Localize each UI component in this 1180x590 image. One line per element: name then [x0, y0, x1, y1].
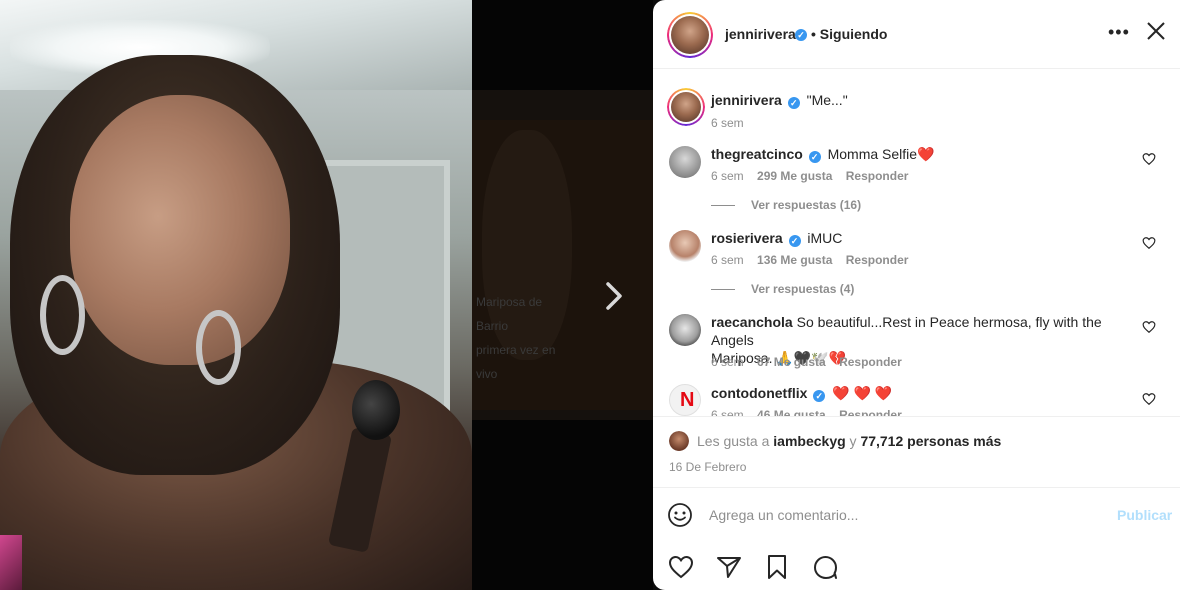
comment-username[interactable]: thegreatcinco — [711, 146, 803, 162]
likes-count[interactable]: 77,712 personas más — [860, 433, 1001, 449]
comment-0: thegreatcinco ✓ Momma Selfie❤️ — [711, 145, 935, 163]
comment-username[interactable]: rosierivera — [711, 230, 783, 246]
verified-badge-icon: ✓ — [788, 235, 801, 247]
replies-divider — [711, 289, 735, 291]
following-status[interactable]: • Siguiendo — [811, 26, 887, 42]
smiley-icon[interactable] — [667, 502, 693, 528]
more-options-icon[interactable]: ••• — [1108, 22, 1130, 43]
preview-text: Mariposa de Barrio primera vez en vivo — [476, 295, 556, 381]
comment-text: iMUC — [807, 230, 843, 246]
speech-bubble-icon[interactable] — [811, 553, 839, 581]
paper-plane-icon[interactable] — [715, 553, 743, 581]
comment-1: rosierivera ✓ iMUC — [711, 229, 842, 247]
caption-text: "Me..." — [806, 92, 848, 108]
comment-username[interactable]: contodonetflix — [711, 385, 807, 401]
comment-meta: 6 sem 67 Me gusta Responder — [711, 355, 902, 369]
comment-meta: 6 sem 299 Me gusta Responder — [711, 169, 908, 183]
comment-time: 6 sem — [711, 408, 744, 416]
comment-3: contodonetflix ✓ ❤️ ❤️ ❤️ — [711, 384, 892, 402]
likes-summary[interactable]: Les gusta a iambeckyg y 77,712 personas … — [697, 433, 1001, 449]
caption-author-avatar[interactable] — [667, 88, 705, 126]
post-viewer: Mariposa de Barrio primera vez en vivo j… — [0, 0, 1180, 590]
likes-user[interactable]: iambeckyg — [773, 433, 845, 449]
comment-emoji: ❤️ — [917, 146, 935, 162]
author-avatar[interactable] — [667, 12, 713, 58]
reply-button[interactable]: Responder — [839, 408, 902, 416]
post-date: 16 De Febrero — [669, 460, 747, 474]
comment-likes[interactable]: 299 Me gusta — [757, 169, 832, 183]
photo-pink-fabric — [0, 535, 22, 590]
comment-username[interactable]: raecanchola — [711, 314, 793, 330]
replies-divider — [711, 205, 735, 207]
verified-badge-icon: ✓ — [813, 390, 826, 402]
comment-meta: 6 sem 136 Me gusta Responder — [711, 253, 908, 267]
comment-text: ❤️ ❤️ ❤️ — [832, 385, 893, 401]
comment-text: Momma Selfie — [827, 146, 918, 162]
reply-button[interactable]: Responder — [846, 169, 909, 183]
comment-avatar[interactable] — [669, 314, 701, 346]
reply-button[interactable]: Responder — [839, 355, 902, 369]
caption-username[interactable]: jennirivera — [711, 92, 782, 108]
comment-avatar[interactable] — [669, 146, 701, 178]
comment-meta: 6 sem 46 Me gusta Responder — [711, 408, 902, 416]
comment-like-heart-icon[interactable] — [1142, 392, 1156, 406]
chevron-right-icon[interactable] — [598, 278, 630, 314]
bookmark-icon[interactable] — [763, 553, 791, 581]
photo-earring-right — [196, 310, 241, 385]
view-replies-label: Ver respuestas (16) — [751, 198, 862, 212]
likes-section: Les gusta a iambeckyg y 77,712 personas … — [653, 416, 1180, 487]
close-icon[interactable] — [1143, 18, 1171, 46]
post-header: jennirivera ✓ • Siguiendo ••• — [653, 0, 1180, 69]
view-replies-button[interactable]: Ver respuestas (4) — [711, 282, 854, 296]
caption-time: 6 sem — [711, 116, 744, 130]
heart-icon[interactable] — [667, 553, 695, 581]
verified-badge-icon: ✓ — [787, 97, 800, 109]
comment-like-heart-icon[interactable] — [1142, 152, 1156, 166]
photo-microphone — [352, 380, 400, 440]
comment-time: 6 sem — [711, 169, 744, 183]
add-comment-bar: Publicar — [653, 487, 1180, 543]
comment-input[interactable] — [709, 504, 1099, 526]
post-actions — [653, 543, 1180, 590]
comment-time: 6 sem — [711, 253, 744, 267]
caption: jennirivera ✓ "Me..." — [711, 91, 848, 109]
author-username[interactable]: jennirivera — [725, 26, 796, 42]
comment-likes[interactable]: 67 Me gusta — [757, 355, 826, 369]
verified-badge-icon: ✓ — [808, 151, 821, 163]
reply-button[interactable]: Responder — [846, 253, 909, 267]
verified-badge-icon: ✓ — [795, 29, 807, 41]
comment-avatar[interactable] — [669, 230, 701, 262]
comment-like-heart-icon[interactable] — [1142, 236, 1156, 250]
likes-prefix: Les gusta a — [697, 433, 774, 449]
view-replies-label: Ver respuestas (4) — [751, 282, 855, 296]
comment-time: 6 sem — [711, 355, 744, 369]
publish-button[interactable]: Publicar — [1117, 507, 1172, 523]
netflix-logo: N — [680, 389, 695, 411]
comment-likes[interactable]: 46 Me gusta — [757, 408, 826, 416]
comments-list[interactable]: jennirivera ✓ "Me..." 6 sem thegreatcinc… — [653, 70, 1180, 416]
post-side-panel: jennirivera ✓ • Siguiendo ••• jenniriver… — [653, 0, 1180, 590]
photo-face — [70, 95, 290, 365]
post-photo[interactable] — [0, 0, 472, 590]
comment-like-heart-icon[interactable] — [1142, 320, 1156, 334]
comment-avatar[interactable]: N — [669, 384, 701, 416]
likes-connector: y — [845, 433, 861, 449]
comment-likes[interactable]: 136 Me gusta — [757, 253, 832, 267]
view-replies-button[interactable]: Ver respuestas (16) — [711, 198, 861, 212]
photo-earring-left — [40, 275, 85, 355]
liker-avatar[interactable] — [669, 431, 689, 451]
